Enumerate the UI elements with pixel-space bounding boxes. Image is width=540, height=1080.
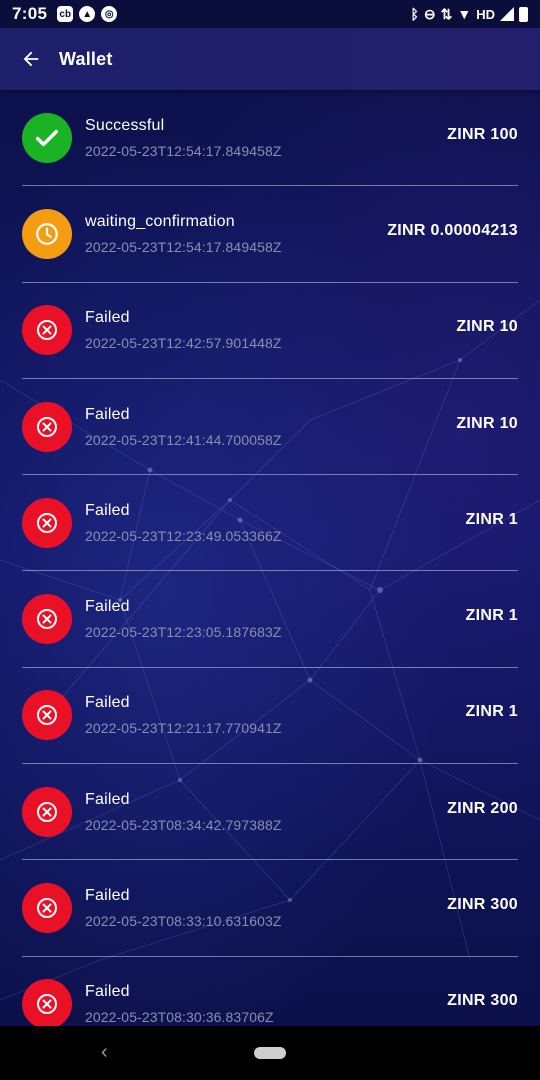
- back-button[interactable]: [18, 46, 44, 72]
- transaction-amount: ZINR 10: [456, 414, 518, 432]
- wifi-icon: ▼: [457, 6, 472, 22]
- nav-home-button[interactable]: [254, 1047, 286, 1059]
- transaction-timestamp: 2022-05-23T08:33:10.631603Z: [85, 913, 282, 930]
- battery-icon: [519, 6, 528, 22]
- transaction-details: waiting_confirmation 2022-05-23T12:54:17.…: [85, 213, 387, 255]
- transaction-status: Failed: [85, 405, 130, 423]
- transaction-details: Failed 2022-05-23T08:30:36.83706Z: [85, 983, 447, 1025]
- transaction-status: Failed: [85, 598, 130, 616]
- notification-icons: cb ▲ ◎: [57, 6, 118, 22]
- transaction-timestamp: 2022-05-23T12:54:17.849458Z: [85, 238, 282, 255]
- check-icon: [22, 112, 72, 163]
- close-circle-icon: [22, 497, 72, 548]
- nav-back-button[interactable]: ‹: [101, 1041, 108, 1064]
- transaction-row[interactable]: Failed 2022-05-23T08:33:10.631603Z ZINR 30…: [22, 860, 518, 957]
- close-circle-icon: [22, 883, 72, 934]
- transaction-timestamp: 2022-05-23T12:23:49.053366Z: [85, 527, 282, 544]
- system-icons: ᛒ ⊖ ⇅ ▼ HD: [410, 6, 528, 22]
- transaction-amount: ZINR 1: [465, 510, 518, 528]
- transaction-amount: ZINR 100: [447, 125, 518, 143]
- transaction-amount: ZINR 0.00004213: [387, 221, 518, 239]
- transaction-timestamp: 2022-05-23T12:42:57.901448Z: [85, 335, 282, 352]
- transaction-row[interactable]: Failed 2022-05-23T12:23:05.187683Z ZINR 1: [22, 571, 518, 668]
- transaction-amount: ZINR 300: [447, 992, 518, 1010]
- transaction-details: Failed 2022-05-23T12:21:17.770941Z: [85, 694, 466, 736]
- transaction-details: Failed 2022-05-23T08:33:10.631603Z: [85, 887, 447, 929]
- app-bar: Wallet: [0, 28, 540, 90]
- transaction-timestamp: 2022-05-23T12:54:17.849458Z: [85, 142, 282, 159]
- app-notification-icon: cb: [57, 6, 74, 22]
- do-not-disturb-icon: ⊖: [423, 6, 436, 22]
- transaction-row[interactable]: Failed 2022-05-23T08:30:36.83706Z ZINR 300: [22, 957, 518, 1026]
- clock-icon: [22, 208, 72, 259]
- page-title: Wallet: [59, 48, 113, 69]
- transaction-status: Failed: [85, 501, 130, 519]
- transaction-timestamp: 2022-05-23T12:23:05.187683Z: [85, 624, 282, 641]
- transaction-status: Successful: [85, 116, 165, 134]
- network-type-label: HD: [476, 6, 495, 22]
- close-circle-icon: [22, 401, 72, 452]
- close-circle-icon: [22, 594, 72, 645]
- system-navigation-bar: ‹: [0, 1026, 540, 1080]
- status-time: 7:05: [12, 4, 48, 23]
- transaction-status: Failed: [85, 694, 130, 712]
- transaction-details: Failed 2022-05-23T08:34:42.797388Z: [85, 791, 447, 833]
- transaction-amount: ZINR 10: [456, 318, 518, 336]
- close-circle-icon: [22, 305, 72, 356]
- transaction-row[interactable]: waiting_confirmation 2022-05-23T12:54:17.…: [22, 186, 518, 283]
- transaction-row[interactable]: Failed 2022-05-23T12:42:57.901448Z ZINR 10: [22, 283, 518, 379]
- transaction-list: Successful 2022-05-23T12:54:17.849458Z ZIN…: [22, 90, 518, 1026]
- transaction-amount: ZINR 300: [447, 896, 518, 914]
- transaction-timestamp: 2022-05-23T08:30:36.83706Z: [85, 1009, 274, 1026]
- transaction-row[interactable]: Failed 2022-05-23T12:23:49.053366Z ZINR 1: [22, 475, 518, 572]
- transaction-details: Failed 2022-05-23T12:23:05.187683Z: [85, 598, 466, 640]
- transaction-status: Failed: [85, 790, 130, 808]
- arrow-back-icon: [23, 51, 39, 67]
- close-circle-icon: [22, 979, 72, 1026]
- transaction-details: Successful 2022-05-23T12:54:17.849458Z: [85, 117, 447, 159]
- transaction-status: Failed: [85, 887, 130, 905]
- transaction-amount: ZINR 200: [447, 799, 518, 817]
- transaction-amount: ZINR 1: [465, 607, 518, 625]
- close-circle-icon: [22, 786, 72, 837]
- transaction-row[interactable]: Failed 2022-05-23T08:34:42.797388Z ZINR 20…: [22, 764, 518, 861]
- transaction-status: Failed: [85, 309, 130, 327]
- bluetooth-icon: ᛒ: [410, 6, 419, 22]
- transaction-timestamp: 2022-05-23T08:34:42.797388Z: [85, 816, 282, 833]
- transaction-timestamp: 2022-05-23T12:21:17.770941Z: [85, 720, 282, 737]
- transaction-row[interactable]: Failed 2022-05-23T12:21:17.770941Z ZINR 1: [22, 668, 518, 765]
- transaction-details: Failed 2022-05-23T12:42:57.901448Z: [85, 309, 456, 351]
- transaction-details: Failed 2022-05-23T12:23:49.053366Z: [85, 502, 466, 544]
- transaction-timestamp: 2022-05-23T12:41:44.700058Z: [85, 431, 282, 448]
- app-notification-icon: ◎: [101, 6, 118, 22]
- transaction-status: Failed: [85, 983, 130, 1001]
- transaction-row[interactable]: Failed 2022-05-23T12:41:44.700058Z ZINR 10: [22, 379, 518, 476]
- transaction-amount: ZINR 1: [465, 703, 518, 721]
- close-circle-icon: [22, 690, 72, 741]
- transaction-status: waiting_confirmation: [85, 212, 235, 230]
- transaction-row[interactable]: Successful 2022-05-23T12:54:17.849458Z ZIN…: [22, 90, 518, 187]
- signal-icon: [500, 7, 514, 21]
- data-arrows-icon: ⇅: [440, 6, 453, 22]
- transaction-details: Failed 2022-05-23T12:41:44.700058Z: [85, 406, 456, 448]
- status-bar: 7:05 cb ▲ ◎ ᛒ ⊖ ⇅ ▼ HD: [0, 0, 540, 28]
- app-notification-icon: ▲: [79, 6, 96, 22]
